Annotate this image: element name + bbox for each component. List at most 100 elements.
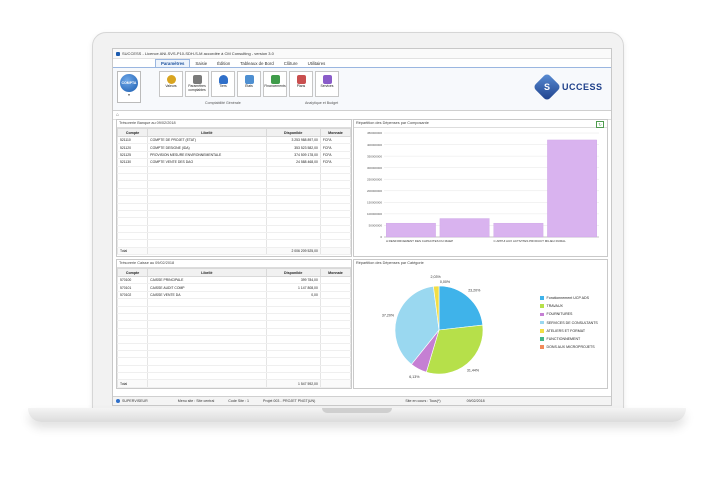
table-cell: [319, 328, 352, 337]
table-cell: 521110: [116, 136, 149, 145]
column-header[interactable]: Monnaie: [319, 268, 352, 277]
empty-row[interactable]: [116, 239, 352, 248]
empty-row[interactable]: [116, 180, 352, 189]
cash-table: Compte Libellé Disponible Monnaie 570100…: [116, 268, 352, 388]
ribbon-button-etats[interactable]: États: [237, 71, 261, 97]
column-header[interactable]: Compte: [116, 128, 149, 137]
table-cell: [116, 372, 149, 381]
empty-row[interactable]: [116, 365, 352, 374]
tab-parametres[interactable]: Paramètres: [155, 59, 191, 67]
table-cell: [265, 239, 321, 248]
legend-swatch: [540, 312, 544, 317]
module-compta-button[interactable]: COMPTA ▾: [117, 71, 141, 103]
tab-tableaux-de-bord[interactable]: Tableaux de Bord: [235, 60, 278, 67]
table-cell: [147, 180, 267, 189]
column-header[interactable]: Disponible: [265, 128, 321, 137]
table-cell: [265, 232, 321, 241]
y-tick-label: 0: [380, 235, 382, 239]
empty-row[interactable]: [116, 188, 352, 197]
empty-row[interactable]: [116, 306, 352, 314]
empty-row[interactable]: [116, 203, 352, 211]
table-cell: FCFA: [319, 136, 352, 145]
status-menu-site: Menu site : Site central: [177, 399, 215, 403]
home-icon[interactable]: ⌂: [116, 112, 119, 118]
ribbon-button-parametres-comptables[interactable]: Paramètres comptables: [185, 71, 209, 97]
table-cell: [319, 365, 352, 374]
table-cell: [147, 203, 267, 211]
empty-row[interactable]: [116, 335, 352, 344]
table-cell: [319, 291, 352, 300]
tab-saisie[interactable]: Saisie: [190, 60, 212, 67]
cash-treasury-panel: Trésorerie Caisse au 09/02/2018 Compte L…: [116, 259, 352, 389]
empty-row[interactable]: [116, 232, 352, 241]
table-row[interactable]: 570100 CAISSE PRINCIPALE 399 784,00: [116, 276, 352, 285]
empty-row[interactable]: [116, 320, 352, 329]
laptop-notch: [322, 408, 392, 413]
ribbon-button-label: Tiers: [219, 84, 227, 88]
compta-icon: COMPTA: [120, 74, 138, 92]
empty-row[interactable]: [116, 217, 352, 226]
empty-row[interactable]: [116, 166, 352, 174]
ribbon-button-services[interactable]: Services: [315, 71, 339, 97]
column-header[interactable]: Monnaie: [319, 128, 352, 137]
column-header[interactable]: Libellé: [147, 128, 267, 137]
ribbon-button-plans[interactable]: Plans: [289, 71, 313, 97]
table-cell: [147, 232, 267, 241]
legend-label: SERVICES DE CONSULTANTS: [546, 320, 598, 325]
empty-row[interactable]: [116, 328, 352, 337]
status-code-site: Code Site : 1: [228, 399, 250, 403]
table-cell: [147, 210, 267, 219]
pie-slice: [438, 285, 484, 331]
table-cell: CAISSE AUDIT COMP: [147, 283, 267, 292]
tab-edition[interactable]: Édition: [212, 60, 235, 67]
empty-row[interactable]: [116, 357, 352, 366]
ribbon-button-valeurs[interactable]: Valeurs: [159, 71, 183, 97]
bar: [386, 222, 436, 238]
category-expense-panel: Répartition des Dépenses par Catégorie 2…: [353, 259, 608, 389]
ribbon-button-financements[interactable]: Financements: [263, 71, 287, 97]
table-cell: [265, 350, 321, 359]
empty-row[interactable]: [116, 195, 352, 204]
table-row[interactable]: 521130 COMPTE VENTE DES DAO 24 588 468,00 F…: [116, 158, 352, 167]
column-header[interactable]: Disponible: [265, 268, 321, 277]
ribbon-button-label: Valeurs: [165, 84, 177, 88]
table-cell: [265, 217, 321, 226]
table-cell: [319, 357, 352, 366]
total-row[interactable]: Total 1 547 592,00: [116, 379, 352, 388]
empty-row[interactable]: [116, 225, 352, 234]
column-header[interactable]: Libellé: [147, 268, 267, 277]
table-cell: 521120: [116, 143, 149, 152]
pie-label: 2,03%: [431, 275, 442, 279]
column-header[interactable]: Compte: [116, 268, 149, 277]
empty-row[interactable]: [116, 313, 352, 322]
empty-row[interactable]: [116, 210, 352, 219]
table-row[interactable]: 521125 PROVISION MESURE ENVIRONNEMENTALE 3…: [116, 151, 352, 160]
pie-label: 23,20%: [468, 288, 481, 292]
table-cell: [319, 166, 352, 174]
total-row[interactable]: Total 2 006 209 525,00: [116, 246, 352, 256]
table-cell: [265, 320, 321, 329]
table-cell: [147, 173, 267, 182]
table-row[interactable]: 570102 CAISSE VENTE DA 0,00: [116, 291, 352, 300]
ribbon-button-tiers[interactable]: Tiers: [211, 71, 235, 97]
table-cell: [147, 343, 267, 351]
tab-cloture[interactable]: Clôture: [279, 60, 303, 67]
pie-label: 31,44%: [467, 369, 480, 373]
tab-utilitaires[interactable]: Utilitaires: [303, 60, 331, 67]
table-cell: [147, 357, 267, 366]
table-row[interactable]: 570101 CAISSE AUDIT COMP 1 147 808,00: [116, 283, 352, 292]
table-row[interactable]: 521110 COMPTE DE PROJET (ETAT) 3 253 988 8…: [116, 136, 352, 145]
component-expense-panel: Répartition des Dépenses par Composante …: [353, 119, 608, 257]
table-cell: [319, 306, 352, 314]
table-cell: [319, 210, 352, 219]
empty-row[interactable]: [116, 173, 352, 182]
table-cell: [147, 350, 267, 359]
empty-row[interactable]: [116, 372, 352, 381]
empty-row[interactable]: [116, 350, 352, 359]
legend-label: TRAVAUX: [546, 304, 563, 309]
empty-row[interactable]: [116, 343, 352, 351]
table-row[interactable]: 521120 COMPTE DESIGNE (IDA) 353 523 582,00…: [116, 143, 352, 152]
legend-swatch: [540, 296, 544, 300]
empty-row[interactable]: [116, 298, 352, 307]
table-cell: [265, 313, 321, 322]
